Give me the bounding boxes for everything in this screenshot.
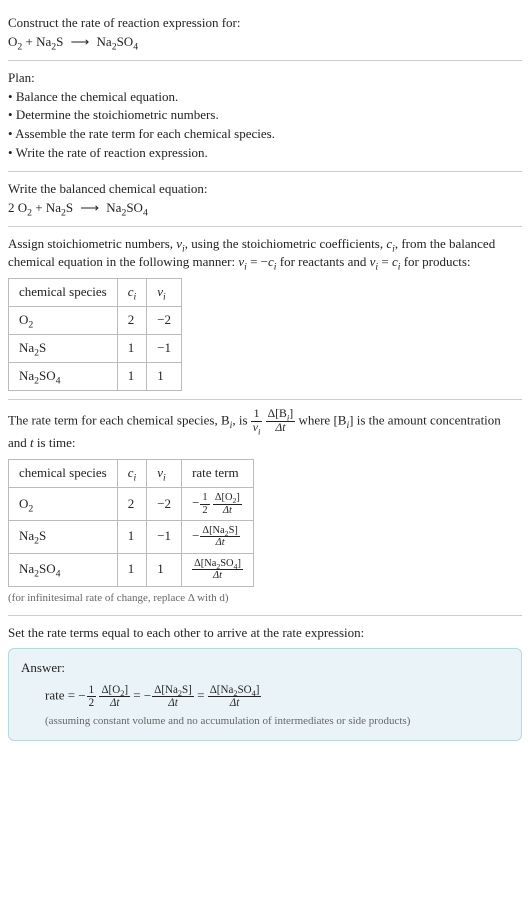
table-header-row: chemical species ci νi bbox=[9, 279, 182, 307]
col-ci: ci bbox=[117, 460, 147, 488]
stoichiometric-section: Assign stoichiometric numbers, νi, using… bbox=[8, 227, 522, 400]
reaction-arrow-icon: ⟶ bbox=[80, 199, 99, 218]
stoichiometric-text: Assign stoichiometric numbers, νi, using… bbox=[8, 235, 522, 273]
fraction: 1νi bbox=[251, 408, 263, 435]
table-row: Na2S 1 −1 −Δ[Na2S]Δt bbox=[9, 520, 254, 553]
infinitesimal-note: (for infinitesimal rate of change, repla… bbox=[8, 591, 522, 607]
cell-nui: −2 bbox=[147, 307, 182, 335]
unbalanced-reaction: O2 + Na2S ⟶ Na2SO4 bbox=[8, 33, 522, 52]
answer-label: Answer: bbox=[21, 659, 509, 678]
plan-list: Balance the chemical equation. Determine… bbox=[8, 88, 522, 163]
product-na2so4: Na2SO4 bbox=[97, 34, 139, 49]
col-rate-term: rate term bbox=[182, 460, 254, 488]
table-row: Na2SO4 1 1 bbox=[9, 362, 182, 390]
col-nui: νi bbox=[147, 460, 182, 488]
cell-species: O2 bbox=[9, 488, 118, 521]
table-row: Na2SO4 1 1 Δ[Na2SO4]Δt bbox=[9, 553, 254, 586]
stoichiometric-table: chemical species ci νi O2 2 −2 Na2S 1 −1… bbox=[8, 278, 182, 390]
cell-rate-term: Δ[Na2SO4]Δt bbox=[182, 553, 254, 586]
col-ci: ci bbox=[117, 279, 147, 307]
table-row: O2 2 −2 −12 Δ[O2]Δt bbox=[9, 488, 254, 521]
product-na2so4: Na2SO4 bbox=[106, 200, 148, 215]
prompt-text: Construct the rate of reaction expressio… bbox=[8, 14, 522, 33]
answer-box: Answer: rate = −12 Δ[O2]Δt = −Δ[Na2S]Δt … bbox=[8, 648, 522, 740]
table-row: Na2S 1 −1 bbox=[9, 334, 182, 362]
cell-nui: −2 bbox=[147, 488, 182, 521]
cell-nui: 1 bbox=[147, 553, 182, 586]
col-species: chemical species bbox=[9, 279, 118, 307]
col-nui: νi bbox=[147, 279, 182, 307]
rate-term-section: The rate term for each chemical species,… bbox=[8, 400, 522, 616]
cell-nui: −1 bbox=[147, 520, 182, 553]
cell-ci: 1 bbox=[117, 520, 147, 553]
reaction-arrow-icon: ⟶ bbox=[71, 33, 90, 52]
fraction: Δ[Bi]Δt bbox=[266, 408, 296, 435]
cell-ci: 1 bbox=[117, 553, 147, 586]
reactant-o2: O2 bbox=[8, 34, 22, 49]
plan-bullet: Balance the chemical equation. bbox=[8, 88, 522, 107]
reactant-na2s: Na2S bbox=[36, 34, 63, 49]
cell-rate-term: −Δ[Na2S]Δt bbox=[182, 520, 254, 553]
cell-ci: 2 bbox=[117, 307, 147, 335]
reactant-na2s: Na2S bbox=[46, 200, 73, 215]
plan-heading: Plan: bbox=[8, 69, 522, 88]
plan-bullet: Determine the stoichiometric numbers. bbox=[8, 106, 522, 125]
answer-section: Set the rate terms equal to each other t… bbox=[8, 616, 522, 749]
prompt-section: Construct the rate of reaction expressio… bbox=[8, 6, 522, 61]
table-row: O2 2 −2 bbox=[9, 307, 182, 335]
plan-section: Plan: Balance the chemical equation. Det… bbox=[8, 61, 522, 172]
cell-ci: 1 bbox=[117, 362, 147, 390]
cell-species: Na2S bbox=[9, 520, 118, 553]
cell-species: Na2S bbox=[9, 334, 118, 362]
table-header-row: chemical species ci νi rate term bbox=[9, 460, 254, 488]
cell-species: O2 bbox=[9, 307, 118, 335]
rate-term-table: chemical species ci νi rate term O2 2 −2… bbox=[8, 459, 254, 586]
balanced-heading: Write the balanced chemical equation: bbox=[8, 180, 522, 199]
plan-bullet: Write the rate of reaction expression. bbox=[8, 144, 522, 163]
reactant-o2: O2 bbox=[18, 200, 32, 215]
assumption-note: (assuming constant volume and no accumul… bbox=[21, 714, 509, 730]
answer-heading: Set the rate terms equal to each other t… bbox=[8, 624, 522, 643]
balanced-equation-section: Write the balanced chemical equation: 2 … bbox=[8, 172, 522, 227]
cell-ci: 1 bbox=[117, 334, 147, 362]
cell-nui: 1 bbox=[147, 362, 182, 390]
balanced-reaction: 2 O2 + Na2S ⟶ Na2SO4 bbox=[8, 199, 522, 218]
coefficient: 2 bbox=[8, 200, 18, 215]
cell-species: Na2SO4 bbox=[9, 362, 118, 390]
col-species: chemical species bbox=[9, 460, 118, 488]
cell-nui: −1 bbox=[147, 334, 182, 362]
rate-expression: rate = −12 Δ[O2]Δt = −Δ[Na2S]Δt = Δ[Na2S… bbox=[21, 684, 509, 709]
rate-term-text: The rate term for each chemical species,… bbox=[8, 408, 522, 454]
cell-rate-term: −12 Δ[O2]Δt bbox=[182, 488, 254, 521]
plan-bullet: Assemble the rate term for each chemical… bbox=[8, 125, 522, 144]
cell-ci: 2 bbox=[117, 488, 147, 521]
cell-species: Na2SO4 bbox=[9, 553, 118, 586]
